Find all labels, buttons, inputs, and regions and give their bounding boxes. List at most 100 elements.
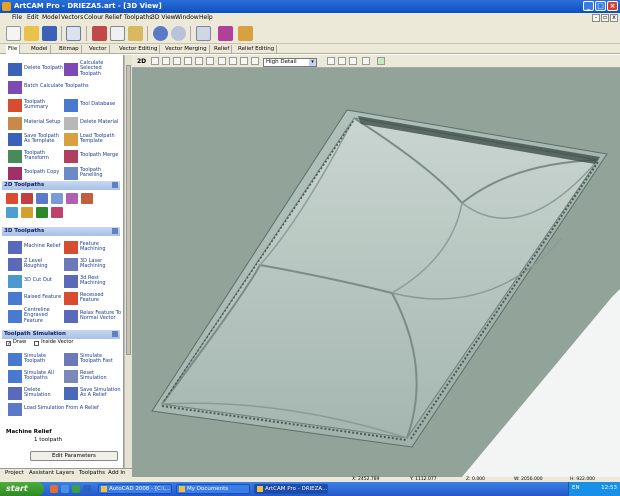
tab-layers[interactable]: Layers xyxy=(56,470,74,476)
task-my-documents[interactable]: My Documents xyxy=(176,484,250,494)
recessed-feature-button[interactable]: Recessed Feature xyxy=(64,290,122,306)
feature-machining-button[interactable]: Feature Machining xyxy=(64,239,122,255)
batch-calculate-button[interactable]: Batch Calculate Toolpaths xyxy=(8,79,120,95)
print-icon[interactable] xyxy=(196,26,211,41)
zoom-in-icon[interactable] xyxy=(151,57,159,65)
v-bit-carving-icon[interactable] xyxy=(36,193,48,204)
toolpath-copy-button[interactable]: Toolpath Copy xyxy=(8,165,64,181)
view-iso-icon[interactable] xyxy=(218,57,226,65)
redo-icon[interactable] xyxy=(171,26,186,41)
view-front-icon[interactable] xyxy=(240,57,248,65)
tab-toolpaths[interactable]: Toolpaths xyxy=(79,470,105,476)
z-level-roughing-button[interactable]: Z Level Roughing xyxy=(8,256,64,272)
collapse-arrow-icon[interactable] xyxy=(112,182,118,188)
tab-relief[interactable]: Relief xyxy=(212,45,233,54)
colour-relief-icon[interactable] xyxy=(377,57,385,65)
mdi-minimize-button[interactable]: - xyxy=(592,14,600,22)
3d-cut-out-button[interactable]: 3D Cut Out xyxy=(8,273,64,289)
toolpath-panelling-button[interactable]: Toolpath Panelling xyxy=(64,165,122,181)
rotate-view-icon[interactable] xyxy=(362,57,370,65)
quicklaunch-desktop-icon[interactable] xyxy=(72,485,80,493)
tab-file[interactable]: File xyxy=(6,45,21,54)
paste-icon[interactable] xyxy=(128,26,143,41)
save-toolpath-template-button[interactable]: Save Toolpath As Template xyxy=(8,131,64,147)
collapse-arrow-icon[interactable] xyxy=(112,331,118,337)
area-clearance-icon[interactable] xyxy=(21,193,33,204)
undo-icon[interactable] xyxy=(153,26,168,41)
tab-add-in[interactable]: Add In xyxy=(108,470,126,476)
feature-engraving-icon[interactable] xyxy=(51,207,63,218)
reset-simulation-button[interactable]: Reset Simulation xyxy=(64,368,122,384)
zoom-previous-icon[interactable] xyxy=(184,57,192,65)
load-simulation-relief-button[interactable]: Load Simulation From A Relief xyxy=(8,401,120,417)
quicklaunch-firefox-icon[interactable] xyxy=(50,485,58,493)
section-3d-toolpaths[interactable]: 3D Toolpaths xyxy=(2,227,120,236)
profile-machining-icon[interactable] xyxy=(6,193,18,204)
menu-vectors[interactable]: Vectors xyxy=(61,14,83,21)
menu-colour[interactable]: Colour xyxy=(84,14,103,21)
menu-3d-view[interactable]: 3D View xyxy=(151,14,176,21)
3d-viewport[interactable] xyxy=(132,68,620,477)
simulate-all-toolpaths-button[interactable]: Simulate All Toolpaths xyxy=(8,368,64,384)
scrollbar-thumb[interactable] xyxy=(126,65,131,355)
tab-project[interactable]: Project xyxy=(5,470,24,476)
simulate-toolpath-fast-button[interactable]: Simulate Toolpath Fast xyxy=(64,351,122,367)
draw-checkbox[interactable]: ✓ xyxy=(6,340,11,346)
tab-relief-editing[interactable]: Relief Editing xyxy=(236,45,278,54)
quicklaunch-ie-icon[interactable] xyxy=(61,485,69,493)
inlay-wizard-icon[interactable] xyxy=(81,193,93,204)
zoom-extents-icon[interactable] xyxy=(195,57,203,65)
smart-engraving-icon[interactable] xyxy=(66,193,78,204)
mdi-restore-button[interactable]: ▫ xyxy=(601,14,609,22)
simulate-toolpath-button[interactable]: Simulate Toolpath xyxy=(8,351,64,367)
toolpath-book-icon[interactable] xyxy=(218,26,233,41)
drilling-icon[interactable] xyxy=(6,207,18,218)
material-setup-button[interactable]: Material Setup xyxy=(8,115,64,131)
tab-model[interactable]: Model xyxy=(29,45,51,54)
3d-laser-machining-button[interactable]: 3D Laser Machining xyxy=(64,256,122,272)
shaded-toolpath-icon[interactable] xyxy=(238,26,253,41)
draw-toolpath-icon[interactable] xyxy=(338,57,346,65)
draw-relief-icon[interactable] xyxy=(327,57,335,65)
toolpath-merge-button[interactable]: Toolpath Merge xyxy=(64,148,122,164)
zoom-window-icon[interactable] xyxy=(173,57,181,65)
maximize-button[interactable]: □ xyxy=(595,1,606,11)
fluting-icon[interactable] xyxy=(21,207,33,218)
menu-window[interactable]: Window xyxy=(175,14,199,21)
delete-simulation-button[interactable]: Delete Simulation xyxy=(8,385,64,401)
machine-relief-button[interactable]: Machine Relief xyxy=(8,239,64,255)
menu-relief[interactable]: Relief xyxy=(105,14,122,21)
menu-file[interactable]: File xyxy=(12,14,22,21)
bevel-carving-icon[interactable] xyxy=(51,193,63,204)
menu-edit[interactable]: Edit xyxy=(27,14,39,21)
select-rectangle-icon[interactable] xyxy=(66,26,81,41)
relax-feature-button[interactable]: Relax Feature To Normal Vector xyxy=(64,308,122,324)
edit-parameters-button[interactable]: Edit Parameters xyxy=(30,451,118,461)
raised-feature-button[interactable]: Raised Feature xyxy=(8,290,64,306)
centreline-engraved-button[interactable]: Centreline Engraved Feature xyxy=(8,307,64,324)
fit-view-icon[interactable] xyxy=(206,57,214,65)
task-autocad[interactable]: AutoCAD 2008 - [C:\... xyxy=(98,484,172,494)
menu-toolpaths[interactable]: Toolpaths xyxy=(124,14,152,21)
load-toolpath-template-button[interactable]: Load Toolpath Template xyxy=(64,131,122,147)
3d-rest-machining-button[interactable]: 3d Rest Machining xyxy=(64,273,122,289)
menu-model[interactable]: Model xyxy=(42,14,60,21)
save-simulation-relief-button[interactable]: Save Simulation As A Relief xyxy=(64,385,122,401)
2d-view-button[interactable]: 2D xyxy=(137,58,146,65)
cut-icon[interactable] xyxy=(92,26,107,41)
tab-bitmap[interactable]: Bitmap xyxy=(57,45,82,54)
chevron-down-icon[interactable]: ▾ xyxy=(309,59,316,66)
new-file-icon[interactable] xyxy=(6,26,21,41)
engraving-icon[interactable] xyxy=(36,207,48,218)
tab-assistant[interactable]: Assistant xyxy=(29,470,54,476)
minimize-button[interactable]: _ xyxy=(583,1,594,11)
view-top-icon[interactable] xyxy=(229,57,237,65)
panel-scrollbar[interactable] xyxy=(124,55,132,477)
delete-material-button[interactable]: Delete Material xyxy=(64,115,122,131)
mdi-close-button[interactable]: x xyxy=(610,14,618,22)
copy-icon[interactable] xyxy=(110,26,125,41)
language-indicator[interactable]: EN xyxy=(572,485,580,491)
tab-vector-merging[interactable]: Vector Merging xyxy=(163,45,210,54)
tab-vector[interactable]: Vector xyxy=(87,45,110,54)
draw-wireframe-icon[interactable] xyxy=(349,57,357,65)
